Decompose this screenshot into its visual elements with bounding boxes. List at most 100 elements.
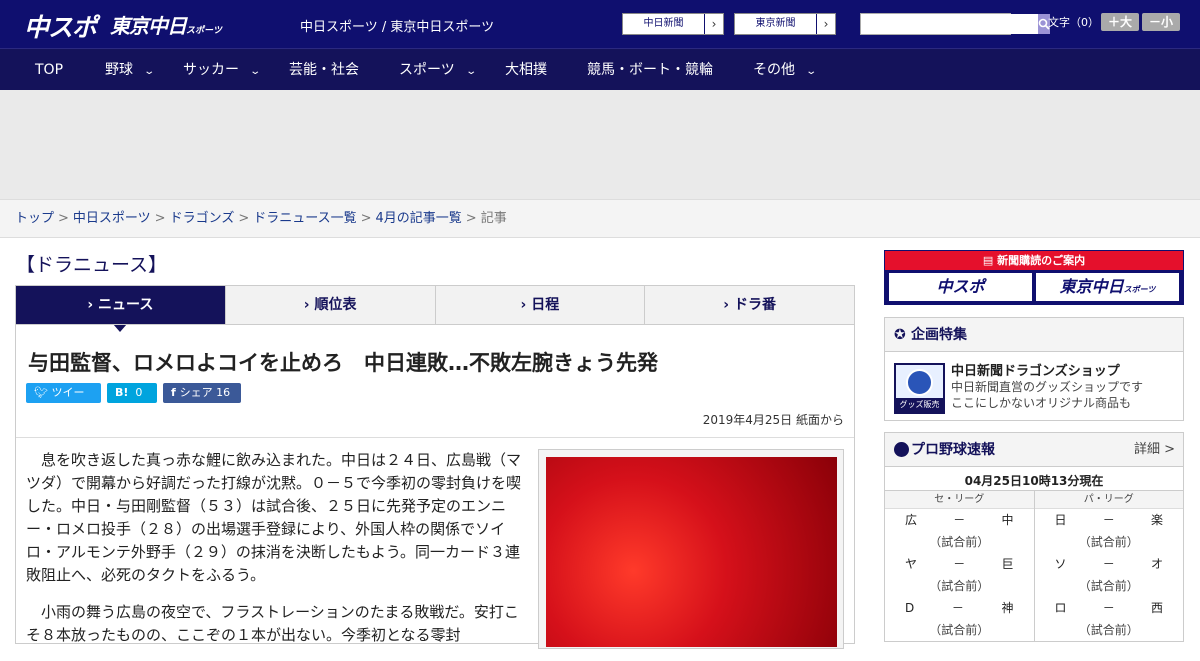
tokyo-chunichi-subscribe-logo[interactable]: 東京中日スポーツ [1036,273,1179,301]
game-score[interactable]: ヤ － 巨 （試合前） [885,553,1034,597]
article-photo[interactable] [546,457,837,647]
game-score[interactable]: 広 － 中 （試合前） [885,509,1034,553]
breadcrumb-link[interactable]: 4月の記事一覧 [376,211,462,226]
scoreboard: 04月25日10時13分現在 セ・リーグ 広 － 中 （試合前） ヤ － 巨 （試合前）… [885,471,1183,641]
score: － [951,601,964,615]
breadcrumb: トップ > 中日スポーツ > ドラゴンズ > ドラニュース一覧 >4月の記事一覧 > 記事 [0,200,1200,238]
home-team: D [905,601,915,615]
score: － [1102,601,1115,615]
chevron-right-icon: › [711,17,717,31]
article-headline: 与田監督、ロメロよコイを止めろ 中日連敗…不敗左腕きょう先発 [28,351,658,375]
chuspo-logo[interactable]: 中スポ [24,8,97,44]
chevron-down-icon: ⌄ [143,66,156,77]
feature-box: ✪ 企画特集 グッズ販売中 中日新聞ドラゴンズショップ 中日新聞直営のグッズショ… [884,317,1184,421]
search-input[interactable] [861,14,1038,34]
scores-detail-link[interactable]: 詳細 > [1134,433,1175,467]
chevron-down-icon: ⌄ [249,66,262,77]
score-row: ソ － オ [1035,553,1184,575]
tab-news[interactable]: › ニュース [16,286,226,332]
score: － [1102,513,1115,527]
nav-item-top[interactable]: TOP [35,49,63,91]
nav-item-sports[interactable]: スポーツ ⌄ [399,49,477,91]
feature-title[interactable]: 中日新聞ドラゴンズショップ [951,360,1120,379]
nav-item-other[interactable]: その他 ⌄ [753,49,817,91]
chuspo-subscribe-logo[interactable]: 中スポ [889,273,1032,301]
tokyo-chunichi-logo-small: スポーツ [186,26,222,36]
ribbon-icon: ✪ [894,327,906,343]
score-row: ロ － 西 [1035,597,1184,619]
away-team: 巨 [1001,557,1014,571]
tokyo-shimbun-link[interactable]: 東京新聞 › [734,13,836,35]
breadcrumb-current: 記事 [480,211,507,226]
font-larger-button[interactable]: ＋大 [1101,13,1139,31]
breadcrumb-link[interactable]: ドラニュース一覧 [253,211,356,226]
home-team: ロ [1054,601,1067,615]
home-team: ヤ [905,557,918,571]
facebook-share-button[interactable]: f シェア 16 [163,383,241,403]
game-score[interactable]: ソ － オ （試合前） [1035,553,1184,597]
site-links[interactable]: 中日スポーツ / 東京中日スポーツ [300,16,494,35]
subscription-head-label: 新聞購読のご案内 [997,254,1086,267]
chevron-right-icon: › [87,297,99,313]
nav-item-soccer[interactable]: サッカー ⌄ [183,49,262,91]
tab-dora-ban[interactable]: › ドラ番 [645,286,854,324]
nav-label: 芸能・社会 [289,62,359,78]
mascot-icon [906,369,933,396]
game-score[interactable]: 日 － 楽 （試合前） [1035,509,1184,553]
chunichi-shimbun-label: 中日新聞 [623,14,705,34]
twitter-icon: 🐦︎ [34,386,52,399]
feature-desc-line: 中日新聞直営のグッズショップです [951,380,1144,394]
tokyo-chunichi-logo[interactable]: 東京中日スポーツ [110,10,222,39]
chevron-right-icon: › [520,297,532,313]
game-status: （試合前） [929,579,990,593]
nav-item-entertainment[interactable]: 芸能・社会 [289,49,359,91]
nav-item-sumo[interactable]: 大相撲 [505,49,547,91]
tab-label: ドラ番 [733,297,776,313]
article-body: 息を吹き返した真っ赤な鯉に飲み込まれた。中日は２４日、広島戦（マツダ）で開幕から… [26,449,524,661]
chunichi-shimbun-link[interactable]: 中日新聞 › [622,13,724,35]
game-status: （試合前） [1078,535,1139,549]
breadcrumb-link[interactable]: ドラゴンズ [170,211,235,226]
nav-label: スポーツ [399,62,455,78]
nav-label: サッカー [183,62,239,78]
subscription-banner[interactable]: ▤ 新聞購読のご案内 中スポ 東京中日スポーツ [884,250,1184,305]
game-score[interactable]: ロ － 西 （試合前） [1035,597,1184,641]
breadcrumb-link[interactable]: トップ [15,211,54,226]
breadcrumb-link[interactable]: 中日スポーツ [73,211,151,226]
tokyo-chunichi-subscribe-text: 東京中日 [1059,277,1124,296]
away-team: 楽 [1150,513,1163,527]
scores-head-label: プロ野球速報 [911,442,995,458]
tweet-button[interactable]: 🐦︎ ツイート [26,383,101,419]
game-score[interactable]: D － 神 （試合前） [885,597,1034,641]
nav-label: 競馬・ボート・競輪 [587,62,713,78]
nav-item-racing[interactable]: 競馬・ボート・競輪 [587,49,713,91]
dragons-shop-thumbnail[interactable]: グッズ販売中 [894,363,945,414]
font-size-label: 文字（0） [1048,16,1099,29]
tab-standings[interactable]: › 順位表 [225,286,436,324]
article-paragraph: 小雨の舞う広島の夜空で、フラストレーションのたまる敗戦だ。安打こそ８本放ったもの… [26,603,519,644]
feature-desc-line: ここにしかないオリジナル商品も [951,396,1132,410]
tab-schedule[interactable]: › 日程 [435,286,646,324]
nav-item-baseball[interactable]: 野球 ⌄ [105,49,156,91]
ad-banner-area [0,90,1200,200]
feature-description: 中日新聞直営のグッズショップです ここにしかないオリジナル商品も [951,379,1143,411]
font-smaller-button[interactable]: －小 [1142,13,1180,31]
main-nav: TOP 野球 ⌄ サッカー ⌄ 芸能・社会 スポーツ ⌄ 大相撲 競馬・ボート・競輪 … [0,48,1200,90]
nav-label: 野球 [105,62,133,78]
score-row: 広 － 中 [885,509,1034,531]
search-box [860,13,1050,35]
league-label: セ・リーグ [885,491,1034,509]
central-league-column: セ・リーグ 広 － 中 （試合前） ヤ － 巨 （試合前） D － 神 （試合前） [885,491,1035,641]
goods-badge: グッズ販売中 [896,398,943,412]
facebook-label: シェア [179,386,213,399]
article: 与田監督、ロメロよコイを止めろ 中日連敗…不敗左腕きょう先発 🐦︎ ツイート B… [15,324,855,649]
game-status: （試合前） [1078,579,1139,593]
league-label: パ・リーグ [1034,491,1183,509]
away-team: 中 [1001,513,1014,527]
tab-label: 順位表 [314,297,357,313]
hatena-bookmark-button[interactable]: B! 0 [107,383,157,403]
feature-head: ✪ 企画特集 [885,318,1183,352]
breadcrumb-separator: > [238,211,250,226]
scores-head: プロ野球速報 詳細 > [885,433,1183,467]
breadcrumb-separator: > [360,211,372,226]
